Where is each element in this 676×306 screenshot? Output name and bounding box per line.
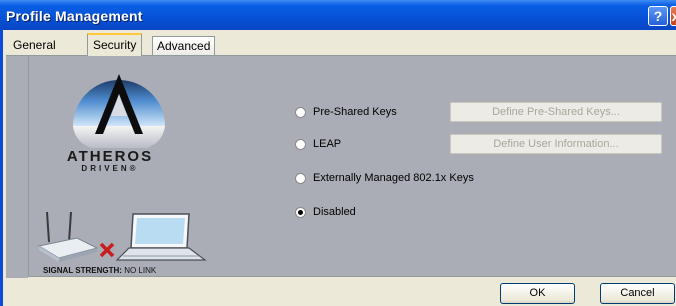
define-pre-shared-keys-button[interactable]: Define Pre-Shared Keys... <box>450 102 662 122</box>
profile-management-window: Profile Management ? x General Security … <box>0 0 676 306</box>
option-label: Disabled <box>313 206 356 218</box>
wireless-router-icon <box>37 211 99 262</box>
tab-general[interactable]: General <box>9 36 60 55</box>
option-pre-shared-keys[interactable]: Pre-Shared Keys <box>295 104 397 120</box>
title-bar[interactable]: Profile Management ? x <box>0 0 676 30</box>
radio-pre-shared-keys[interactable] <box>295 106 306 118</box>
security-tab-panel: ATHEROS DRIVEN® SIGNAL STRENGTH: NO LINK <box>28 55 676 277</box>
help-button[interactable]: ? <box>648 6 668 26</box>
define-user-information-button[interactable]: Define User Information... <box>450 134 662 154</box>
no-link-x-icon <box>99 242 115 258</box>
option-leap[interactable]: LEAP <box>295 136 341 152</box>
ok-button[interactable]: OK <box>500 283 575 304</box>
tab-advanced[interactable]: Advanced <box>152 36 216 55</box>
radio-externally-managed-keys[interactable] <box>295 172 306 184</box>
brand-tagline: DRIVEN® <box>50 164 170 173</box>
radio-disabled[interactable] <box>295 206 306 218</box>
laptop-icon <box>115 213 207 261</box>
option-label: Pre-Shared Keys <box>313 106 397 118</box>
close-icon: x <box>672 8 676 24</box>
tab-panel-edge <box>6 55 28 278</box>
signal-strength-label: SIGNAL STRENGTH: NO LINK <box>43 266 156 275</box>
signal-strength-value: NO LINK <box>124 266 157 275</box>
brand-tagline-text: DRIVEN <box>81 164 130 173</box>
window-title: Profile Management <box>6 8 143 24</box>
tab-strip: General Security Advanced <box>3 30 676 56</box>
option-label: LEAP <box>313 138 342 150</box>
dialog-body: General Security Advanced ATHEROS DRIVEN… <box>3 30 676 306</box>
option-label: Externally Managed 802.1x Keys <box>313 172 474 184</box>
radio-leap[interactable] <box>295 138 306 150</box>
help-icon: ? <box>653 8 663 24</box>
cancel-button[interactable]: Cancel <box>600 283 675 304</box>
close-button[interactable]: x <box>670 6 676 26</box>
trademark-mark: ® <box>129 164 139 173</box>
signal-status-graphic <box>37 211 207 262</box>
option-externally-managed-keys[interactable]: Externally Managed 802.1x Keys <box>295 170 474 186</box>
tab-security[interactable]: Security <box>87 33 143 56</box>
brand-name: ATHEROS <box>66 148 154 165</box>
signal-strength-key: SIGNAL STRENGTH: <box>43 266 122 275</box>
option-disabled[interactable]: Disabled <box>295 204 356 220</box>
